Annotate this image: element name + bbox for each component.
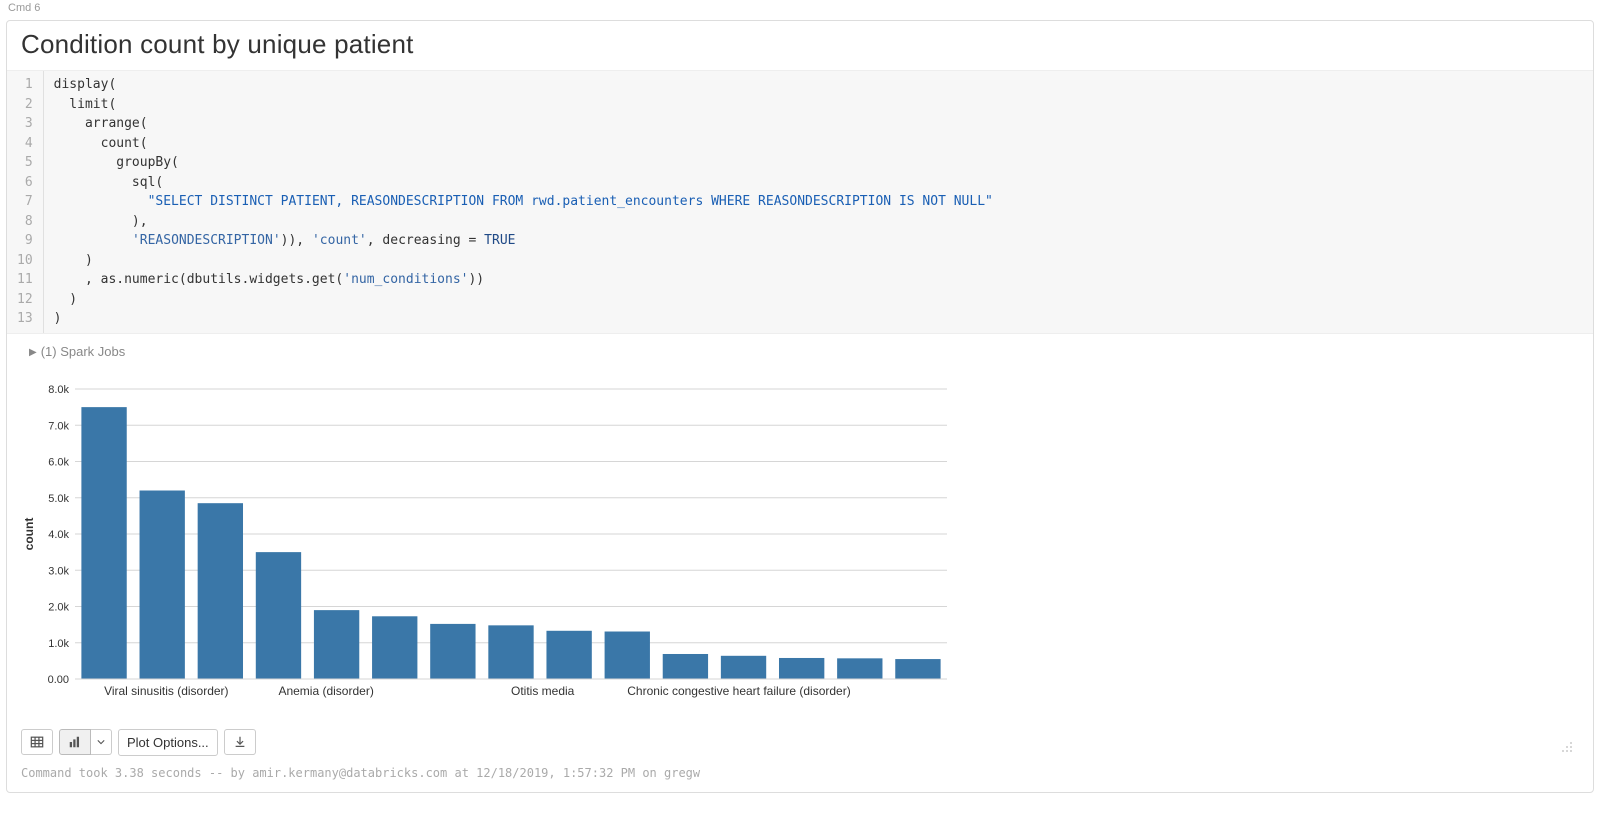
spark-jobs-toggle[interactable]: ▶ (1) Spark Jobs <box>7 334 1593 365</box>
spark-jobs-label: (1) Spark Jobs <box>41 344 126 359</box>
chevron-right-icon: ▶ <box>29 347 37 358</box>
bar[interactable] <box>895 659 940 679</box>
svg-text:Anemia (disorder): Anemia (disorder) <box>278 684 373 698</box>
svg-text:0.00: 0.00 <box>48 674 69 686</box>
chart-output: 0.00 1.0k 2.0k 3.0k 4.0k 5.0k 6.0k 7.0k 8.0k coun… <box>7 365 1593 719</box>
bar[interactable] <box>256 552 301 679</box>
bar[interactable] <box>488 625 533 679</box>
table-view-button[interactable] <box>21 729 53 755</box>
caret-down-icon <box>97 738 105 746</box>
bar[interactable] <box>779 657 824 678</box>
bar-chart: 0.00 1.0k 2.0k 3.0k 4.0k 5.0k 6.0k 7.0k 8.0k coun… <box>17 375 957 715</box>
bar[interactable] <box>140 490 185 679</box>
bar[interactable] <box>546 630 591 678</box>
svg-text:Chronic congestive heart failu: Chronic congestive heart failure (disord… <box>627 684 850 698</box>
download-button[interactable] <box>224 729 256 755</box>
download-icon <box>233 735 247 749</box>
line-gutter: 12345678910111213 <box>7 71 44 333</box>
svg-text:8.0k: 8.0k <box>48 384 69 396</box>
cell-title: Condition count by unique patient <box>7 21 1593 70</box>
bar[interactable] <box>372 616 417 679</box>
svg-text:6.0k: 6.0k <box>48 456 69 468</box>
svg-text:2.0k: 2.0k <box>48 601 69 613</box>
result-toolbar: Plot Options... <box>7 719 1593 760</box>
svg-text:Viral sinusitis (disorder): Viral sinusitis (disorder) <box>104 684 228 698</box>
bar[interactable] <box>430 623 475 678</box>
svg-text:1.0k: 1.0k <box>48 637 69 649</box>
bar[interactable] <box>198 503 243 679</box>
bar[interactable] <box>663 653 708 678</box>
svg-text:4.0k: 4.0k <box>48 529 69 541</box>
notebook-cell: Condition count by unique patient 123456… <box>6 20 1594 793</box>
plot-options-button[interactable]: Plot Options... <box>118 729 218 756</box>
resize-handle[interactable] <box>1561 741 1573 756</box>
plot-options-label: Plot Options... <box>127 735 209 750</box>
chart-type-dropdown[interactable] <box>91 729 112 755</box>
status-footer: Command took 3.38 seconds -- by amir.ker… <box>7 760 1593 784</box>
svg-text:5.0k: 5.0k <box>48 492 69 504</box>
cmd-label: Cmd 6 <box>0 0 1600 16</box>
svg-text:7.0k: 7.0k <box>48 420 69 432</box>
table-icon <box>30 735 44 749</box>
resize-handle-icon <box>1561 741 1573 753</box>
bar[interactable] <box>605 631 650 678</box>
bar-chart-icon <box>68 735 82 749</box>
bar[interactable] <box>721 655 766 678</box>
svg-text:Otitis media: Otitis media <box>511 684 575 698</box>
chart-view-button[interactable] <box>59 729 91 755</box>
bar[interactable] <box>81 407 126 679</box>
chart-view-split-button <box>59 729 112 755</box>
code-editor[interactable]: 12345678910111213 display( limit( arrang… <box>7 70 1593 334</box>
bar[interactable] <box>314 610 359 679</box>
code-content[interactable]: display( limit( arrange( count( groupBy(… <box>44 71 1593 333</box>
svg-text:3.0k: 3.0k <box>48 565 69 577</box>
svg-text:count: count <box>22 517 36 550</box>
bar[interactable] <box>837 658 882 679</box>
